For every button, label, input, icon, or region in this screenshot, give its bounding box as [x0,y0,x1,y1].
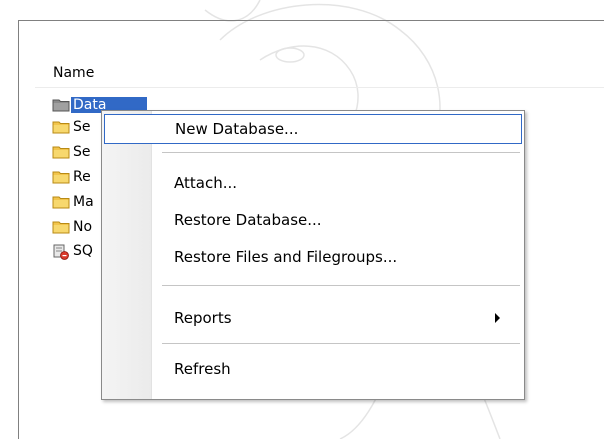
menu-item-reports[interactable]: Reports [102,303,524,333]
tree-item[interactable]: Se [52,116,93,138]
tree-item[interactable]: Re [52,166,93,188]
context-menu: New Database... Attach... Restore Databa… [101,110,525,400]
tree-item-label: Re [73,169,91,185]
column-header-name: Name [53,65,95,81]
menu-item-restore-database[interactable]: Restore Database... [102,205,524,235]
menu-item-refresh[interactable]: Refresh [102,354,524,384]
tree-item[interactable]: SQ [52,240,95,262]
column-header[interactable]: Name [35,56,604,88]
tree-item[interactable]: Se [52,141,93,163]
submenu-arrow-icon [495,313,500,323]
sql-agent-stopped-icon [52,244,70,260]
tree-item-label: SQ [73,243,93,259]
folder-icon [52,120,70,134]
tree-item-label: No [73,219,93,235]
folder-icon [52,170,70,184]
menu-item-label: Restore Database... [174,211,322,229]
folder-icon [52,195,70,209]
menu-separator [162,343,520,344]
menu-item-label: Reports [174,309,232,327]
explorer-window: Name Data Se Se Re Ma No SQ New Database… [0,0,604,439]
menu-separator [162,285,520,286]
folder-icon [52,145,70,159]
tree-item[interactable]: Ma [52,191,96,213]
menu-item-label: Refresh [174,360,231,378]
tree-item-label: Se [73,144,91,160]
tree-item-label: Se [73,119,91,135]
menu-item-label: New Database... [175,120,299,138]
menu-separator [162,152,520,153]
menu-item-restore-files-filegroups[interactable]: Restore Files and Filegroups... [102,242,524,272]
tree-item-label: Ma [73,194,94,210]
folder-icon [52,220,70,234]
folder-gray-icon [52,98,70,112]
menu-item-attach[interactable]: Attach... [102,168,524,198]
menu-item-new-database[interactable]: New Database... [104,114,522,144]
menu-item-label: Restore Files and Filegroups... [174,248,398,266]
menu-item-label: Attach... [174,174,238,192]
tree-item[interactable]: No [52,216,94,238]
